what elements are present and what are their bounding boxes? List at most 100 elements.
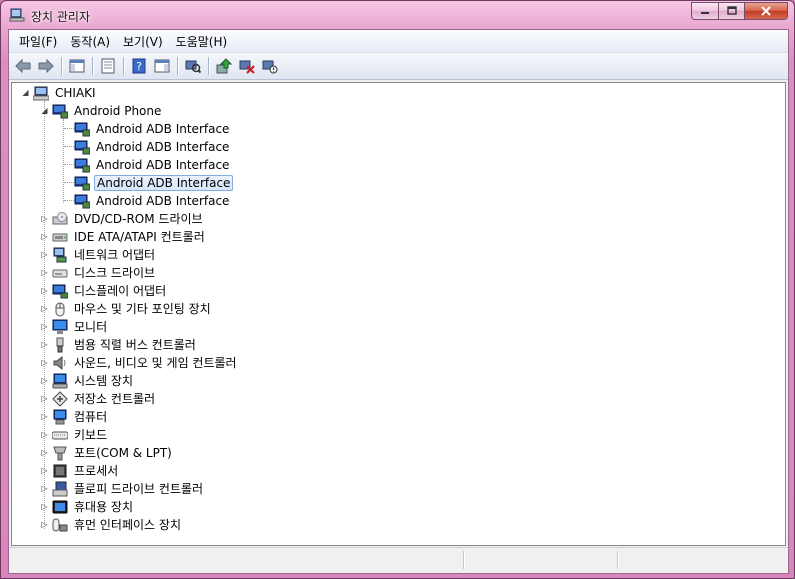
device-tree[interactable]: ◢ CHIAKI ◢ Android Phone Android ADB Int… — [11, 82, 786, 546]
tree-connector — [64, 182, 74, 183]
tree-node-category[interactable]: ▷ 디스크 드라이브 — [40, 264, 157, 282]
tree-connector — [64, 200, 74, 201]
expand-triangle-icon[interactable]: ▷ — [40, 268, 49, 277]
tree-node-label: 저장소 컨트롤러 — [74, 392, 156, 406]
menu-file[interactable]: 파일(F) — [13, 31, 63, 52]
scan-hardware-button[interactable] — [182, 55, 204, 77]
computer-icon — [33, 86, 49, 101]
tree-node-category[interactable]: ▷ 저장소 컨트롤러 — [40, 390, 157, 408]
properties-button[interactable] — [97, 55, 119, 77]
tree-node-category[interactable]: ▷ 범용 직렬 버스 컨트롤러 — [40, 336, 198, 354]
show-hide-console-tree-icon — [69, 59, 85, 73]
tree-node-android-phone[interactable]: ◢ Android Phone — [40, 102, 163, 120]
menu-view[interactable]: 보기(V) — [117, 31, 169, 52]
tree-node-category[interactable]: ▷ 키보드 — [40, 426, 109, 444]
disable-device-button[interactable] — [259, 55, 281, 77]
expand-triangle-icon[interactable]: ▷ — [40, 232, 49, 241]
forward-button[interactable] — [35, 55, 57, 77]
uninstall-button[interactable] — [236, 55, 258, 77]
tree-node-label: 컴퓨터 — [74, 410, 108, 424]
tree-node-category[interactable]: ▷ 네트워크 어댑터 — [40, 246, 157, 264]
tree-node-label: CHIAKI — [55, 86, 96, 100]
tree-node-adb-interface-selected[interactable]: Android ADB Interface — [74, 174, 234, 192]
uninstall-icon — [239, 60, 255, 74]
tree-node-root[interactable]: ◢ CHIAKI — [21, 84, 98, 102]
tree-node-label: Android ADB Interface — [96, 194, 230, 208]
tree-node-label: 모니터 — [74, 320, 108, 334]
tree-node-label: Android Phone — [74, 104, 162, 118]
keyboard-icon — [52, 431, 68, 440]
expand-triangle-icon[interactable]: ▷ — [40, 466, 49, 475]
back-arrow-icon — [15, 58, 31, 74]
expand-triangle-icon[interactable]: ▷ — [40, 376, 49, 385]
device-manager-icon — [9, 8, 25, 22]
tree-node-category[interactable]: ▷ 모니터 — [40, 318, 109, 336]
forward-arrow-icon — [38, 58, 54, 74]
tree-node-label: 디스크 드라이브 — [74, 266, 156, 280]
tree-node-adb-interface[interactable]: Android ADB Interface — [74, 192, 231, 210]
tree-node-category[interactable]: ▷ 휴먼 인터페이스 장치 — [40, 516, 183, 534]
hid-icon — [52, 518, 68, 532]
tree-node-adb-interface[interactable]: Android ADB Interface — [74, 138, 231, 156]
tree-node-label: 프로세서 — [74, 464, 119, 478]
tree-node-label: Android ADB Interface — [96, 140, 230, 154]
scan-hardware-icon — [185, 60, 201, 74]
expand-triangle-icon[interactable]: ▷ — [40, 358, 49, 367]
action-pane-icon — [154, 59, 170, 73]
menu-bar: 파일(F) 동작(A) 보기(V) 도움말(H) — [9, 30, 788, 53]
system-device-icon — [52, 373, 68, 389]
storage-controller-icon — [52, 391, 68, 407]
tree-node-category[interactable]: ▷ DVD/CD-ROM 드라이브 — [40, 210, 205, 228]
tree-node-category[interactable]: ▷ 사운드, 비디오 및 게임 컨트롤러 — [40, 354, 239, 372]
collapse-triangle-icon[interactable]: ◢ — [40, 106, 49, 115]
menu-action[interactable]: 동작(A) — [64, 31, 116, 52]
console-tree-button[interactable] — [66, 55, 88, 77]
expand-triangle-icon[interactable]: ▷ — [40, 304, 49, 313]
adb-interface-icon — [74, 140, 90, 155]
expand-triangle-icon[interactable]: ▷ — [40, 214, 49, 223]
title-bar[interactable]: 장치 관리자 — [1, 1, 794, 29]
update-driver-icon — [216, 58, 232, 74]
action-pane-button[interactable] — [151, 55, 173, 77]
minimize-button[interactable] — [691, 2, 718, 20]
tree-node-category[interactable]: ▷ 프로세서 — [40, 462, 120, 480]
toolbar-separator — [177, 57, 179, 75]
expand-triangle-icon[interactable]: ▷ — [40, 322, 49, 331]
maximize-button[interactable] — [718, 2, 744, 20]
tree-node-category[interactable]: ▷ 포트(COM & LPT) — [40, 444, 174, 462]
expand-triangle-icon[interactable]: ▷ — [40, 520, 49, 529]
tree-node-adb-interface[interactable]: Android ADB Interface — [74, 120, 231, 138]
tree-node-label: 포트(COM & LPT) — [74, 446, 172, 460]
tree-node-category[interactable]: ▷ 플로피 드라이브 컨트롤러 — [40, 480, 205, 498]
update-driver-button[interactable] — [213, 55, 235, 77]
tree-node-category[interactable]: ▷ 디스플레이 어댑터 — [40, 282, 168, 300]
tree-node-category[interactable]: ▷ IDE ATA/ATAPI 컨트롤러 — [40, 228, 207, 246]
display-adapter-icon — [52, 284, 68, 299]
tree-node-label: DVD/CD-ROM 드라이브 — [74, 212, 203, 226]
expand-triangle-icon[interactable]: ▷ — [40, 448, 49, 457]
expand-triangle-icon[interactable]: ▷ — [40, 412, 49, 421]
svg-text:?: ? — [136, 60, 142, 73]
expand-triangle-icon[interactable]: ▷ — [40, 430, 49, 439]
expand-triangle-icon[interactable]: ▷ — [40, 502, 49, 511]
tree-node-category[interactable]: ▷ 시스템 장치 — [40, 372, 135, 390]
tree-node-label: 네트워크 어댑터 — [74, 248, 156, 262]
tree-node-category[interactable]: ▷ 마우스 및 기타 포인팅 장치 — [40, 300, 213, 318]
back-button[interactable] — [12, 55, 34, 77]
speaker-icon — [53, 355, 66, 371]
expand-triangle-icon[interactable]: ▷ — [40, 340, 49, 349]
tree-node-category[interactable]: ▷ 휴대용 장치 — [40, 498, 135, 516]
tree-node-category[interactable]: ▷ 컴퓨터 — [40, 408, 109, 426]
menu-help[interactable]: 도움말(H) — [170, 31, 234, 52]
usb-icon — [56, 337, 64, 353]
adb-interface-icon — [74, 194, 90, 209]
expand-triangle-icon[interactable]: ▷ — [40, 250, 49, 259]
collapse-triangle-icon[interactable]: ◢ — [21, 88, 30, 97]
expand-triangle-icon[interactable]: ▷ — [40, 484, 49, 493]
close-button[interactable] — [744, 2, 788, 20]
expand-triangle-icon[interactable]: ▷ — [40, 394, 49, 403]
help-button[interactable]: ? — [128, 55, 150, 77]
status-bar — [9, 547, 788, 572]
tree-node-adb-interface[interactable]: Android ADB Interface — [74, 156, 231, 174]
expand-triangle-icon[interactable]: ▷ — [40, 286, 49, 295]
